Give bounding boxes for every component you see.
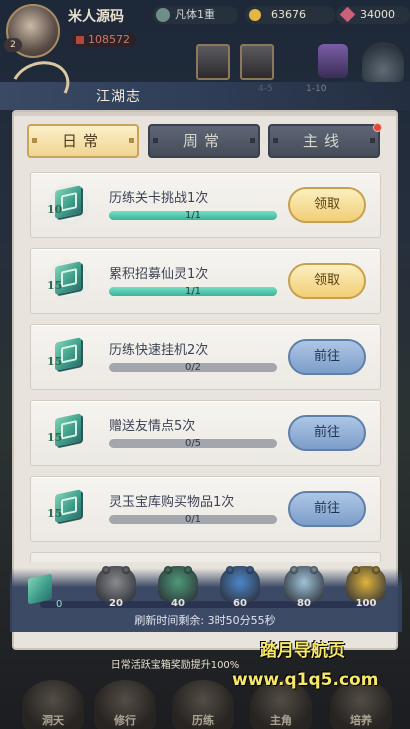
quest-name: 历练关卡挑战1次 — [109, 191, 209, 206]
progress-text: 1/1 — [184, 211, 202, 220]
stage-portrait-1[interactable] — [196, 44, 230, 80]
quest-card: 15 赠送友情点5次 0/5 前往 — [30, 400, 381, 466]
refresh-time: 3时50分55秒 — [207, 614, 276, 627]
progress-text: 0/1 — [184, 515, 202, 524]
quest-progress-bar: 0/2 — [109, 363, 277, 372]
refresh-timer: 刷新时间剩余: 3时50分55秒 — [0, 612, 410, 632]
coin-counter[interactable]: 63676 — [245, 6, 335, 24]
tab-corner-ornament — [273, 138, 278, 143]
tab-corner-ornament — [153, 138, 158, 143]
quest-name: 赠送友情点5次 — [109, 419, 196, 434]
nav-label: 修行 — [114, 714, 136, 727]
reward-amount: 15 — [47, 279, 63, 292]
activity-chest-100[interactable] — [346, 566, 386, 602]
goto-button[interactable]: 前往 — [288, 415, 366, 451]
quest-progress-bar: 0/1 — [109, 515, 277, 524]
nav-item-trial[interactable]: 历练 — [172, 680, 234, 729]
chest-label: 80 — [297, 598, 311, 609]
watermark-title: 踏月导航页 — [260, 641, 345, 661]
nav-label: 主角 — [270, 714, 292, 727]
tab-label: 日常 — [61, 132, 104, 150]
goto-button[interactable]: 前往 — [288, 491, 366, 527]
tab-corner-ornament — [129, 138, 134, 143]
progress-text: 0/5 — [184, 439, 202, 448]
quest-progress-bar: 1/1 — [109, 287, 277, 296]
claim-button[interactable]: 领取 — [288, 263, 366, 299]
activity-jade-icon — [20, 572, 60, 612]
quest-card: 10 历练关卡挑战1次 1/1 领取 — [30, 172, 381, 238]
tab-weekly[interactable]: 周常 — [148, 124, 260, 158]
claim-button[interactable]: 领取 — [288, 187, 366, 223]
notification-dot — [373, 123, 382, 132]
progress-text: 0/2 — [184, 363, 202, 372]
progress-text: 1/1 — [184, 287, 202, 296]
nav-item-cave[interactable]: 洞天 — [22, 680, 84, 729]
activity-current: 0 — [56, 599, 63, 610]
quest-name: 历练快速挂机2次 — [109, 343, 209, 358]
refresh-label: 刷新时间剩余: — [134, 614, 205, 627]
tab-label: 主线 — [302, 132, 345, 150]
chest-label: 20 — [109, 598, 123, 609]
tab-label: 周常 — [182, 132, 225, 150]
chest-label: 100 — [355, 598, 377, 609]
event-icon[interactable] — [318, 44, 348, 78]
activity-chest-20[interactable] — [96, 566, 136, 602]
quest-card: 15 灵玉宝库购买物品1次 0/1 前往 — [30, 476, 381, 542]
chest-label: 40 — [171, 598, 185, 609]
panel-title: 江湖志 — [96, 89, 141, 105]
player-name: 米人源码 — [68, 9, 124, 25]
reward-amount: 15 — [47, 507, 63, 520]
quest-name: 累积招募仙灵1次 — [109, 267, 209, 282]
gem-counter[interactable]: 34000 — [336, 6, 410, 24]
activity-chest-40[interactable] — [158, 566, 198, 602]
watermark-url: www.q1q5.com — [232, 670, 379, 690]
nav-label: 历练 — [192, 714, 214, 727]
reward-amount: 15 — [47, 355, 63, 368]
realm-badge[interactable]: 凡体1重 — [153, 6, 238, 24]
tab-daily[interactable]: 日常 — [27, 124, 139, 158]
goto-button[interactable]: 前往 — [288, 339, 366, 375]
nav-label: 培养 — [350, 714, 372, 727]
fan-menu-icon[interactable] — [362, 42, 404, 82]
activity-chest-60[interactable] — [220, 566, 260, 602]
reward-amount: 10 — [47, 203, 63, 216]
chest-label: 60 — [233, 598, 247, 609]
tab-corner-ornament — [370, 138, 375, 143]
panel-top-edge — [14, 112, 396, 116]
tab-corner-ornament — [32, 138, 37, 143]
activity-chest-80[interactable] — [284, 566, 324, 602]
quest-name: 灵玉宝库购买物品1次 — [109, 495, 235, 510]
avatar-level: 2 — [4, 38, 22, 52]
quest-card-partial — [30, 552, 381, 562]
quest-card: 15 历练快速挂机2次 0/2 前往 — [30, 324, 381, 390]
quest-card: 15 累积招募仙灵1次 1/1 领取 — [30, 248, 381, 314]
reward-amount: 15 — [47, 431, 63, 444]
nav-label: 洞天 — [42, 714, 64, 727]
tab-main[interactable]: 主线 — [268, 124, 380, 158]
stage-portrait-2[interactable] — [240, 44, 274, 80]
tab-corner-ornament — [250, 138, 255, 143]
quest-progress-bar: 0/5 — [109, 439, 277, 448]
quest-progress-bar: 1/1 — [109, 211, 277, 220]
power-value: 108572 — [72, 33, 136, 47]
nav-item-cultivate[interactable]: 修行 — [94, 680, 156, 729]
